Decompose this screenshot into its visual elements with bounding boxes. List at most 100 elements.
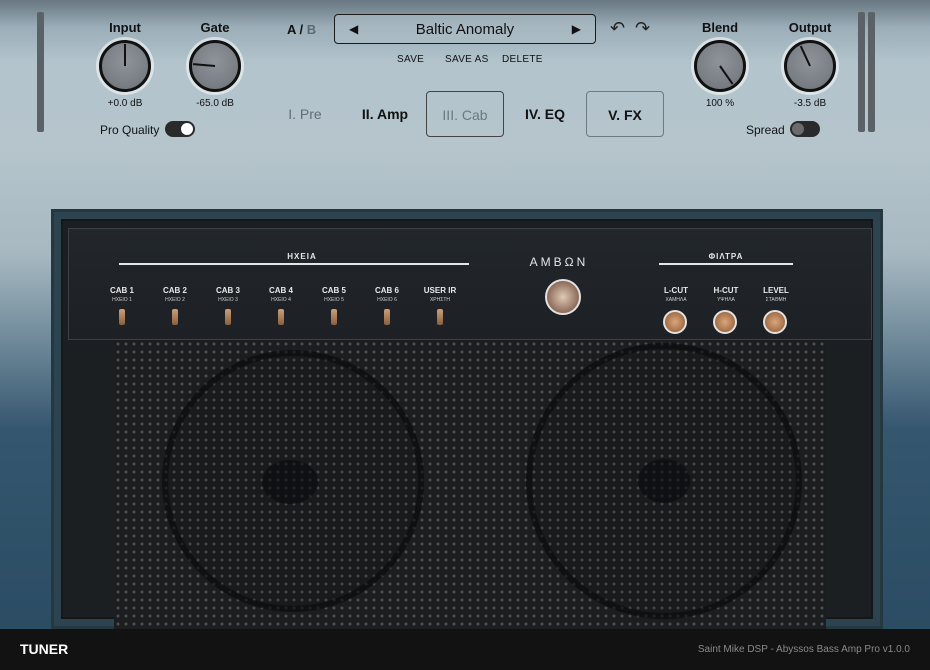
speaker-left	[162, 350, 424, 612]
preset-selector: ◀ Baltic Anomaly ▶	[334, 14, 596, 44]
input-control: Input +0.0 dB	[90, 18, 160, 113]
cab-6-toggle	[384, 309, 390, 325]
output-knob[interactable]	[784, 40, 836, 92]
cab-1-label: CAB 1	[109, 286, 134, 295]
save-button[interactable]: SAVE	[397, 54, 424, 65]
speaker-grille	[114, 340, 826, 629]
delete-button[interactable]: DELETE	[502, 54, 543, 65]
cab-power-jewel	[545, 279, 581, 315]
undo-icon[interactable]: ↶	[610, 18, 625, 39]
ab-a[interactable]: A	[287, 22, 296, 37]
tab-cab[interactable]: III. Cab	[426, 91, 504, 137]
tuner-button[interactable]: TUNER	[20, 641, 68, 657]
spread-toggle-knob	[792, 123, 804, 135]
level-label: LEVEL	[763, 286, 789, 295]
save-as-button[interactable]: SAVE AS	[445, 54, 489, 65]
gate-value: -65.0 dB	[196, 98, 234, 109]
input-knob[interactable]	[99, 40, 151, 92]
speaker-right	[526, 343, 802, 619]
spread-label: Spread	[746, 123, 785, 137]
tab-amp[interactable]: II. Amp	[352, 91, 418, 137]
redo-icon[interactable]: ↷	[635, 18, 650, 39]
output-control: Output -3.5 dB	[775, 18, 845, 113]
filters-title: ΦΙΛΤΡΑ	[708, 252, 744, 261]
cab-control-panel: ΗΧΕΙΑ CAB 1 ΗΧΕΙΟ 1 CAB 2 ΗΧΕΙΟ 2 CAB 3 …	[68, 228, 872, 340]
level-knob[interactable]	[763, 310, 787, 334]
gate-control: Gate -65.0 dB	[180, 18, 250, 113]
ab-switch: A / B	[287, 22, 316, 37]
output-value: -3.5 dB	[793, 98, 827, 109]
level-control: LEVEL ΣΤΑΘΜΗ	[753, 286, 799, 303]
input-value: +0.0 dB	[107, 98, 143, 109]
footer-bar: TUNER Saint Mike DSP - Abyssos Bass Amp …	[0, 629, 930, 670]
cab-1-switch[interactable]: CAB 1 ΗΧΕΙΟ 1	[99, 286, 145, 325]
cab-1-sublabel: ΗΧΕΙΟ 1	[112, 297, 132, 303]
cab-5-sublabel: ΗΧΕΙΟ 5	[324, 297, 344, 303]
input-knob-pointer	[124, 44, 126, 66]
cab-2-sublabel: ΗΧΕΙΟ 2	[165, 297, 185, 303]
cab-4-toggle	[278, 309, 284, 325]
user-ir-label: USER IR	[423, 286, 457, 295]
blend-knob[interactable]	[694, 40, 746, 92]
cab-4-label: CAB 4	[268, 286, 293, 295]
lcut-knob[interactable]	[663, 310, 687, 334]
hcut-control: H-CUT ΥΨΗΛΑ	[703, 286, 749, 303]
cab-2-switch[interactable]: CAB 2 ΗΧΕΙΟ 2	[152, 286, 198, 325]
user-ir-sublabel: ΧΡΗΣΤΗ	[429, 297, 451, 303]
hcut-knob[interactable]	[713, 310, 737, 334]
cab-2-label: CAB 2	[162, 286, 187, 295]
user-ir-toggle	[437, 309, 443, 325]
ab-separator: /	[299, 22, 304, 37]
cab-6-label: CAB 6	[374, 286, 399, 295]
gate-knob[interactable]	[189, 40, 241, 92]
speaker-left-cone	[262, 460, 318, 504]
preset-name[interactable]: Baltic Anomaly	[335, 21, 595, 38]
tab-eq[interactable]: IV. EQ	[514, 91, 576, 137]
tab-pre[interactable]: I. Pre	[276, 91, 334, 137]
hcut-sublabel: ΥΨΗΛΑ	[717, 297, 735, 303]
cab-6-sublabel: ΗΧΕΙΟ 6	[377, 297, 397, 303]
user-ir-switch[interactable]: USER IR ΧΡΗΣΤΗ	[417, 286, 463, 325]
pro-quality-label: Pro Quality	[100, 123, 160, 137]
gate-knob-pointer	[192, 63, 216, 67]
cabinet: ΗΧΕΙΑ CAB 1 ΗΧΕΙΟ 1 CAB 2 ΗΧΕΙΟ 2 CAB 3 …	[51, 209, 883, 629]
lcut-sublabel: ΧΑΜΗΛΑ	[665, 297, 687, 303]
cab-3-toggle	[225, 309, 231, 325]
lcut-control: L-CUT ΧΑΜΗΛΑ	[653, 286, 699, 303]
filters-divider	[659, 263, 793, 265]
cab-2-toggle	[172, 309, 178, 325]
brand-logo: ΑΜΒΩΝ	[529, 255, 589, 269]
cab-1-toggle	[119, 309, 125, 325]
hcut-label: H-CUT	[713, 286, 739, 295]
output-label: Output	[788, 20, 832, 35]
blend-label: Blend	[701, 20, 739, 35]
tab-fx[interactable]: V. FX	[586, 91, 664, 137]
output-meter-left	[858, 12, 865, 132]
cab-5-label: CAB 5	[321, 286, 346, 295]
pro-quality-toggle-knob	[181, 123, 193, 135]
ab-b[interactable]: B	[307, 22, 316, 37]
cab-section-title: ΗΧΕΙΑ	[287, 252, 317, 261]
cab-4-sublabel: ΗΧΕΙΟ 4	[271, 297, 291, 303]
spread-toggle[interactable]	[790, 121, 820, 137]
speaker-right-cone	[638, 459, 690, 503]
blend-knob-pointer	[719, 65, 734, 85]
cab-3-sublabel: ΗΧΕΙΟ 3	[218, 297, 238, 303]
pro-quality-toggle[interactable]	[165, 121, 195, 137]
input-label: Input	[109, 20, 141, 35]
output-knob-pointer	[799, 45, 811, 67]
output-meter-right	[868, 12, 875, 132]
cab-3-switch[interactable]: CAB 3 ΗΧΕΙΟ 3	[205, 286, 251, 325]
lcut-label: L-CUT	[664, 286, 688, 295]
blend-control: Blend 100 %	[685, 18, 755, 113]
cab-5-switch[interactable]: CAB 5 ΗΧΕΙΟ 5	[311, 286, 357, 325]
preset-next-button[interactable]: ▶	[572, 22, 581, 36]
cab-section-divider	[119, 263, 469, 265]
gate-label: Gate	[200, 20, 230, 35]
cab-6-switch[interactable]: CAB 6 ΗΧΕΙΟ 6	[364, 286, 410, 325]
cab-4-switch[interactable]: CAB 4 ΗΧΕΙΟ 4	[258, 286, 304, 325]
cab-5-toggle	[331, 309, 337, 325]
blend-value: 100 %	[705, 98, 735, 109]
input-meter	[37, 12, 44, 132]
cab-3-label: CAB 3	[215, 286, 240, 295]
